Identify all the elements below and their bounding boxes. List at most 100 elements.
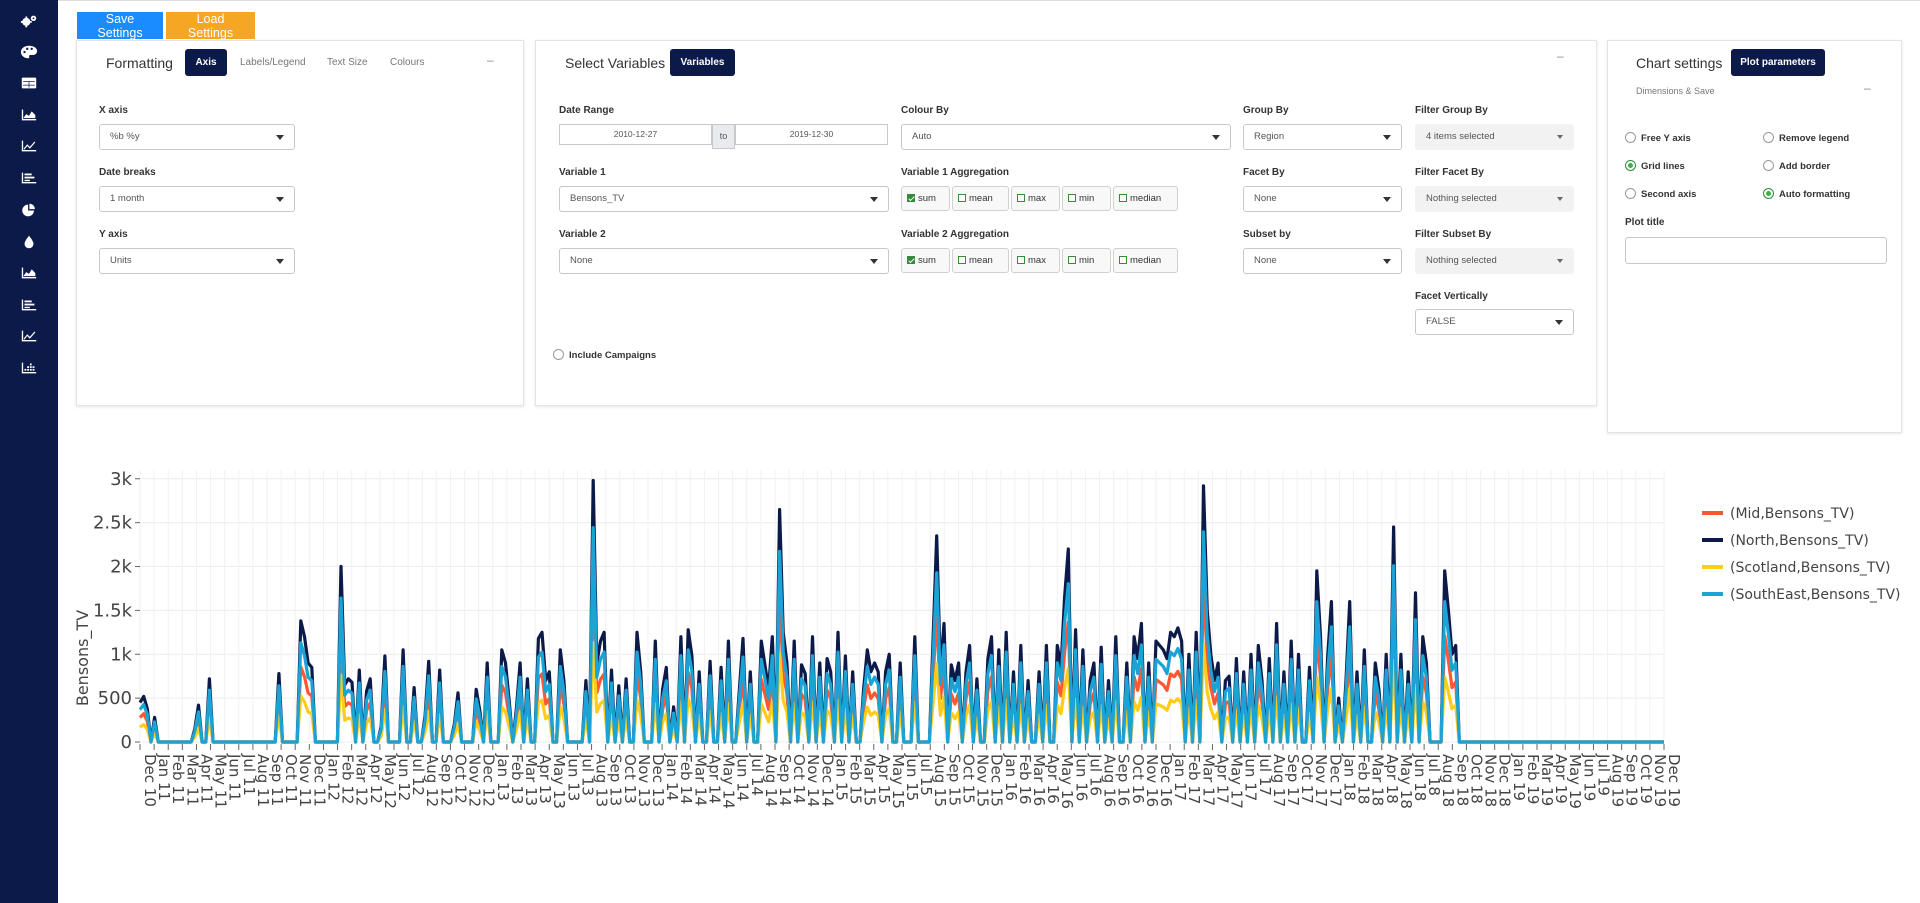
agg-option-label: median	[1130, 255, 1162, 266]
load-settings-button[interactable]: Load Settings	[166, 12, 255, 40]
free-y-axis-radio[interactable]: Free Y axis	[1625, 132, 1691, 145]
chevron-down-icon	[870, 259, 878, 264]
top-divider	[58, 0, 1920, 1]
save-settings-button[interactable]: Save Settings	[77, 12, 163, 40]
checkbox-icon	[1068, 256, 1076, 264]
agg2-median-checkbox[interactable]: median	[1113, 248, 1178, 273]
auto-formatting-radio[interactable]: Auto formatting	[1763, 188, 1850, 201]
radio-icon	[553, 349, 564, 360]
chart-legend[interactable]: (Mid,Bensons_TV) (North,Bensons_TV) (Scotl…	[1702, 506, 1901, 603]
tab-axis[interactable]: Axis	[185, 49, 227, 76]
include-campaigns-label: Include Campaigns	[569, 350, 657, 361]
colour-by-select[interactable]: Auto	[901, 124, 1231, 150]
table-icon[interactable]	[19, 75, 39, 91]
facet-vertically-label: Facet Vertically	[1415, 291, 1488, 302]
tab-colours[interactable]: Colours	[390, 57, 424, 68]
y-tick-label: 2k	[110, 557, 132, 578]
checkbox-icon	[1017, 194, 1025, 202]
plot-title-input[interactable]	[1625, 237, 1887, 264]
agg2-mean-checkbox[interactable]: mean	[952, 248, 1009, 273]
filter-subset-select[interactable]: Nothing selected	[1415, 248, 1574, 274]
grid-lines-radio[interactable]: Grid lines	[1625, 160, 1685, 173]
group-by-select[interactable]: Region	[1243, 124, 1402, 150]
date-range-separator: to	[712, 124, 735, 149]
auto-formatting-label: Auto formatting	[1779, 189, 1851, 200]
sidebar-nav	[0, 0, 58, 903]
gears-icon[interactable]	[19, 13, 39, 29]
filter-group-select[interactable]: 4 items selected	[1415, 124, 1574, 150]
y-axis: 0 500 1k 1.5k 2k 2.5k 3k	[93, 469, 140, 753]
facet-by-value: None	[1254, 193, 1277, 204]
include-campaigns-radio[interactable]: Include Campaigns	[553, 349, 656, 362]
y-tick-label: 1k	[110, 644, 132, 665]
date-breaks-select[interactable]: 1 month	[99, 186, 295, 212]
tab-text-size[interactable]: Text Size	[327, 57, 368, 68]
collapse-button[interactable]: –	[1864, 81, 1871, 95]
agg1-max-checkbox[interactable]: max	[1011, 186, 1060, 211]
variable2-value: None	[570, 255, 593, 266]
add-border-radio[interactable]: Add border	[1763, 160, 1830, 173]
radio-icon	[1625, 132, 1636, 143]
collapse-button[interactable]: –	[487, 53, 494, 67]
tint-icon[interactable]	[19, 234, 39, 250]
chart-settings-panel: Chart settings Plot parameters Dimension…	[1607, 40, 1902, 433]
agg2-max-checkbox[interactable]: max	[1011, 248, 1060, 273]
agg-option-label: mean	[969, 255, 993, 266]
y-axis-select[interactable]: Units	[99, 248, 295, 274]
select-variables-title: Select Variables	[565, 55, 666, 71]
agg2-sum-checkbox[interactable]: sum	[901, 248, 950, 273]
tab-labels-legend[interactable]: Labels/Legend	[240, 57, 306, 68]
agg1-median-checkbox[interactable]: median	[1113, 186, 1178, 211]
bar-chart-icon[interactable]	[19, 297, 39, 313]
agg-option-label: max	[1028, 255, 1046, 266]
date-to-input[interactable]: 2019-12-30	[735, 124, 888, 145]
agg-option-label: sum	[918, 193, 936, 204]
second-axis-radio[interactable]: Second axis	[1625, 188, 1696, 201]
date-breaks-label: Date breaks	[99, 167, 156, 178]
chevron-down-icon	[276, 197, 284, 202]
subset-by-select[interactable]: None	[1243, 248, 1402, 274]
area-chart-icon[interactable]	[19, 107, 39, 123]
bar-chart-icon[interactable]	[19, 170, 39, 186]
agg2-min-checkbox[interactable]: min	[1062, 248, 1111, 273]
variable2-select[interactable]: None	[559, 248, 889, 274]
variable1-select[interactable]: Bensons_TV	[559, 186, 889, 212]
agg1-sum-checkbox[interactable]: sum	[901, 186, 950, 211]
chevron-down-icon	[1383, 259, 1391, 264]
x-axis-select[interactable]: %b %y	[99, 124, 295, 150]
tab-dimensions-save[interactable]: Dimensions & Save	[1636, 86, 1715, 96]
date-range-label: Date Range	[559, 105, 615, 116]
y-tick-label: 2.5k	[93, 513, 133, 534]
filter-facet-label: Filter Facet By	[1415, 167, 1484, 178]
facet-by-select[interactable]: None	[1243, 186, 1402, 212]
agg1-mean-checkbox[interactable]: mean	[952, 186, 1009, 211]
tab-variables[interactable]: Variables	[670, 49, 735, 76]
remove-legend-radio[interactable]: Remove legend	[1763, 132, 1849, 145]
collapse-button[interactable]: –	[1557, 49, 1564, 63]
line-chart-icon[interactable]	[19, 328, 39, 344]
filter-group-value: 4 items selected	[1426, 131, 1495, 142]
variable2-label: Variable 2	[559, 229, 606, 240]
chevron-down-icon	[1383, 197, 1391, 202]
checkbox-checked-icon	[907, 194, 915, 202]
y-tick-label: 1.5k	[93, 600, 133, 621]
agg-option-label: sum	[918, 255, 936, 266]
pie-chart-icon[interactable]	[19, 202, 39, 218]
chart-grid-icon[interactable]	[19, 360, 39, 376]
agg-option-label: max	[1028, 193, 1046, 204]
tab-plot-parameters[interactable]: Plot parameters	[1731, 49, 1825, 76]
agg1-min-checkbox[interactable]: min	[1062, 186, 1111, 211]
filter-facet-select[interactable]: Nothing selected	[1415, 186, 1574, 212]
line-chart-icon[interactable]	[19, 138, 39, 154]
y-axis-label: Y axis	[99, 229, 128, 240]
facet-vertically-select[interactable]: FALSE	[1415, 309, 1574, 335]
date-from-input[interactable]: 2010-12-27	[559, 124, 712, 145]
agg-option-label: mean	[969, 193, 993, 204]
grid-lines-label: Grid lines	[1641, 161, 1685, 172]
group-by-value: Region	[1254, 131, 1285, 142]
area-chart-icon[interactable]	[19, 265, 39, 281]
palette-icon[interactable]	[19, 44, 39, 60]
filter-subset-label: Filter Subset By	[1415, 229, 1492, 240]
chart-settings-title: Chart settings	[1636, 55, 1723, 71]
checkbox-icon	[958, 194, 966, 202]
